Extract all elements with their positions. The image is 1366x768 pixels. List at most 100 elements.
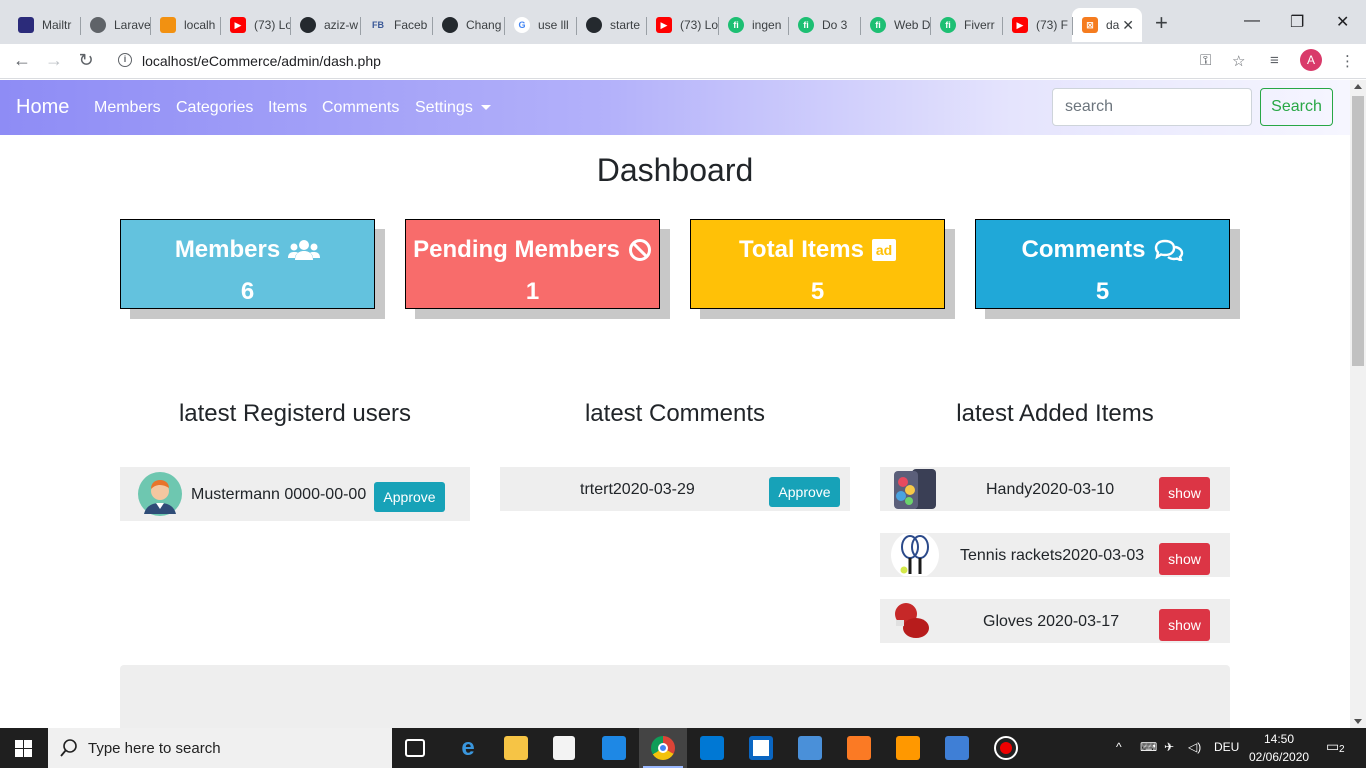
tray-chevron-icon[interactable]: ^: [1116, 740, 1122, 754]
approve-comment-button[interactable]: Approve: [769, 477, 840, 507]
user-row: Mustermann 0000-00-00 Approve: [120, 467, 470, 521]
nav-dropdown-settings[interactable]: Settings: [415, 99, 491, 117]
restore-icon[interactable]: ❐: [1290, 12, 1304, 32]
vscode-icon[interactable]: [700, 736, 724, 760]
forward-icon[interactable]: →: [42, 50, 66, 71]
new-tab-icon[interactable]: +: [1155, 12, 1168, 34]
browser-tab[interactable]: ▶ (73) Lo: [220, 8, 290, 42]
xampp-icon[interactable]: [847, 736, 871, 760]
key-icon[interactable]: ⚿: [1200, 52, 1211, 69]
clock-time[interactable]: 14:50: [1264, 732, 1294, 746]
stat-card-comments[interactable]: Comments 5: [975, 219, 1230, 309]
user-avatar: [138, 472, 182, 516]
url-text[interactable]: localhost/eCommerce/admin/dash.php: [142, 53, 381, 69]
chrome-menu-icon[interactable]: ⋮: [1340, 52, 1355, 70]
photos-icon[interactable]: [945, 736, 969, 760]
file-explorer-icon[interactable]: [504, 736, 528, 760]
browser-tab[interactable]: fi Fiverr: [930, 8, 1002, 42]
show-item-button[interactable]: show: [1159, 543, 1210, 575]
app-icon[interactable]: [749, 736, 773, 760]
browser-tab[interactable]: fi ingen: [718, 8, 788, 42]
notification-icon[interactable]: ▭: [1326, 738, 1339, 755]
scroll-up-icon[interactable]: [1354, 84, 1362, 89]
stat-value: 1: [525, 278, 540, 305]
wordpad-icon[interactable]: [798, 736, 822, 760]
stat-card-pending-members[interactable]: Pending Members 1: [405, 219, 660, 309]
approve-user-button[interactable]: Approve: [374, 482, 445, 512]
volume-icon[interactable]: ◁): [1188, 740, 1201, 754]
nav-brand-home[interactable]: Home: [16, 96, 69, 119]
show-item-button[interactable]: show: [1159, 609, 1210, 641]
tab-label: aziz-w: [324, 18, 359, 32]
close-window-icon[interactable]: ✕: [1336, 12, 1349, 32]
browser-tab[interactable]: aziz-w: [290, 8, 360, 42]
store-icon[interactable]: [553, 736, 575, 760]
tab-favicon-icon: ▶: [230, 17, 246, 33]
reload-icon[interactable]: ↻: [74, 50, 98, 71]
back-icon[interactable]: ←: [10, 50, 34, 71]
tab-label: da: [1106, 18, 1120, 32]
taskbar-search-box[interactable]: Type here to search: [48, 728, 392, 768]
browser-tab[interactable]: localh: [150, 8, 220, 42]
windows-start-icon[interactable]: [15, 740, 32, 757]
tab-favicon-icon: fi: [728, 17, 744, 33]
nav-link-categories[interactable]: Categories: [176, 99, 253, 117]
close-tab-icon[interactable]: ✕: [1122, 17, 1134, 34]
latest-items-title: latest Added Items: [956, 400, 1154, 427]
nav-link-comments[interactable]: Comments: [322, 99, 399, 117]
sublime-text-icon[interactable]: [896, 736, 920, 760]
stat-label-row: Members: [121, 236, 374, 264]
tab-favicon-icon: [18, 17, 34, 33]
browser-tab[interactable]: fi Web D: [860, 8, 930, 42]
site-info-icon[interactable]: i: [118, 53, 132, 67]
search-input[interactable]: [1052, 88, 1252, 126]
media-control-icon[interactable]: ≡: [1270, 52, 1279, 69]
browser-tab[interactable]: FB Faceb: [360, 8, 432, 42]
stat-card-members[interactable]: Members 6: [120, 219, 375, 309]
tab-label: starte: [610, 18, 641, 32]
screen-recorder-icon[interactable]: [994, 736, 1018, 760]
clock-date[interactable]: 02/06/2020: [1249, 750, 1309, 764]
ban-icon: [628, 239, 651, 261]
browser-tab[interactable]: fi Do 3: [788, 8, 860, 42]
scroll-down-icon[interactable]: [1354, 719, 1362, 724]
browser-tab[interactable]: ▶ (73) Lo: [646, 8, 718, 42]
edge-icon[interactable]: e: [456, 736, 480, 760]
latest-users-title: latest Registerd users: [178, 400, 412, 427]
comments-icon: [1154, 239, 1183, 261]
tab-label: (73) F: [1036, 18, 1069, 32]
browser-tab[interactable]: Larave: [80, 8, 150, 42]
chrome-taskbar-active[interactable]: [639, 728, 687, 768]
tab-label: Do 3: [822, 18, 848, 32]
browser-tab[interactable]: starte: [576, 8, 646, 42]
tab-label: ingen: [752, 18, 782, 32]
search-button[interactable]: Search: [1260, 88, 1333, 126]
scroll-thumb[interactable]: [1352, 96, 1364, 366]
language-indicator[interactable]: DEU: [1214, 740, 1239, 754]
browser-tab[interactable]: ▶ (73) F: [1002, 8, 1072, 42]
omnibox[interactable]: i localhost/eCommerce/admin/dash.php: [106, 47, 1186, 76]
nav-link-members[interactable]: Members: [94, 99, 161, 117]
item-row: Tennis rackets2020-03-03 show: [880, 533, 1230, 577]
page-scrollbar[interactable]: [1350, 80, 1366, 728]
nav-link-items[interactable]: Items: [268, 99, 307, 117]
tab-label: Larave: [114, 18, 150, 32]
browser-tab[interactable]: Mailtr: [8, 8, 80, 42]
item-row-text: Tennis rackets2020-03-03: [960, 547, 1145, 564]
bookmark-star-icon[interactable]: ☆: [1232, 52, 1245, 70]
tab-label: Chang: [466, 18, 502, 32]
browser-tab[interactable]: Guse lll: [504, 8, 576, 42]
tab-favicon-icon: [160, 17, 176, 33]
stat-card-total-items[interactable]: Total Items ad 5: [690, 219, 945, 309]
windows-taskbar: Type here to search e ^ ⌨ ✈ ◁) DEU 14:50…: [0, 728, 1366, 768]
browser-tab[interactable]: Chang: [432, 8, 504, 42]
keyboard-icon[interactable]: ⌨: [1140, 740, 1157, 754]
profile-avatar[interactable]: A: [1300, 49, 1322, 71]
minimize-icon[interactable]: —: [1244, 12, 1260, 30]
mail-icon[interactable]: [602, 736, 626, 760]
browser-tab-active[interactable]: ⊠ da ✕: [1072, 8, 1142, 42]
network-icon[interactable]: ✈: [1164, 740, 1174, 754]
task-view-icon[interactable]: [405, 739, 425, 757]
latest-comments-title: latest Comments: [584, 400, 766, 427]
show-item-button[interactable]: show: [1159, 477, 1210, 509]
